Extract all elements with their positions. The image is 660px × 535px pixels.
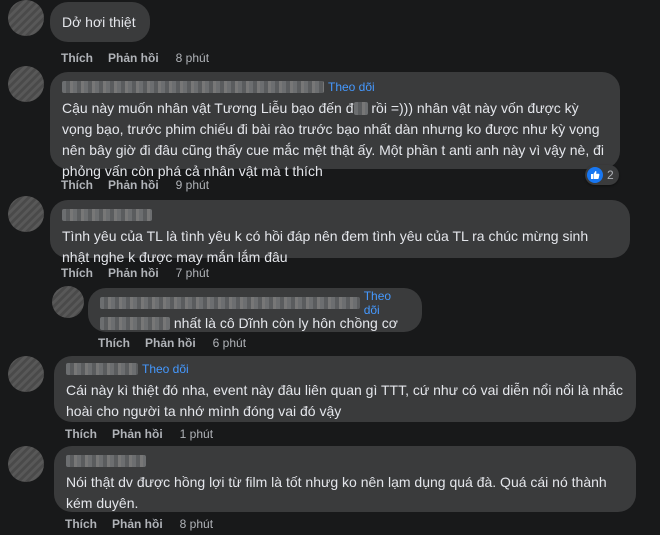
- reaction-number: 2: [607, 168, 614, 182]
- avatar[interactable]: [8, 356, 44, 392]
- timestamp[interactable]: 9 phút: [176, 178, 209, 192]
- follow-button[interactable]: Theo dõi: [142, 362, 189, 376]
- avatar[interactable]: [52, 286, 84, 318]
- timestamp[interactable]: 7 phút: [176, 266, 209, 280]
- author-row: Theo dõi: [62, 79, 608, 95]
- comment-text: nhất là cô Dĩnh còn ly hôn chồng cơ: [100, 314, 410, 332]
- timestamp[interactable]: 8 phút: [180, 517, 213, 531]
- author-name-redacted[interactable]: [62, 209, 152, 221]
- comment-bubble: Tình yêu của TL là tình yêu k có hồi đáp…: [50, 200, 630, 265]
- reply-button[interactable]: Phản hồi: [112, 517, 163, 531]
- comment-bubble: Theo dõi Cái này kì thiệt đó nha, event …: [54, 356, 636, 422]
- reply-button[interactable]: Phản hồi: [108, 178, 159, 192]
- like-button[interactable]: Thích: [98, 336, 130, 350]
- reply-button[interactable]: Phản hồi: [108, 266, 159, 280]
- like-icon: [587, 167, 603, 183]
- author-name-redacted[interactable]: [66, 363, 138, 375]
- like-button[interactable]: Thích: [65, 517, 97, 531]
- comment-bubble: Dở hơi thiệt: [50, 2, 150, 42]
- comment-bubble: Theo dõi Cậu này muốn nhân vật Tương Liễ…: [50, 72, 620, 179]
- author-name-redacted[interactable]: [100, 297, 360, 309]
- author-row: Theo dõi: [66, 361, 624, 377]
- like-button[interactable]: Thích: [61, 266, 93, 280]
- avatar[interactable]: [8, 0, 44, 36]
- timestamp[interactable]: 6 phút: [213, 336, 246, 350]
- avatar[interactable]: [8, 196, 44, 232]
- comment-actions: Thích Phản hồi 1 phút: [65, 427, 213, 441]
- follow-button[interactable]: Theo dõi: [328, 80, 375, 94]
- author-row: [62, 207, 618, 223]
- comment-actions: Thích Phản hồi 7 phút: [61, 266, 209, 280]
- timestamp[interactable]: 1 phút: [180, 427, 213, 441]
- avatar[interactable]: [8, 66, 44, 102]
- comment-bubble: Theo dõi nhất là cô Dĩnh còn ly hôn chồn…: [88, 288, 422, 332]
- comment-text: Dở hơi thiệt: [62, 14, 136, 30]
- author-name-redacted[interactable]: [66, 455, 146, 467]
- comment-actions: Thích Phản hồi 8 phút: [61, 51, 209, 65]
- follow-button[interactable]: Theo dõi: [364, 289, 410, 317]
- reply-button[interactable]: Phản hồi: [112, 427, 163, 441]
- comment-actions: Thích Phản hồi 6 phút: [98, 336, 246, 350]
- timestamp[interactable]: 8 phút: [176, 51, 209, 65]
- author-row: [66, 453, 624, 469]
- author-row: Theo dõi: [100, 289, 410, 317]
- mention-redacted[interactable]: [100, 317, 170, 330]
- comment-text: Cái này kì thiệt đó nha, event này đâu l…: [66, 382, 627, 419]
- comment-actions: Thích Phản hồi 9 phút: [61, 178, 209, 192]
- author-name-redacted[interactable]: [62, 81, 324, 93]
- comment-bubble: Nói thật dv được hồng lợi từ film là tốt…: [54, 446, 636, 512]
- comment-actions: Thích Phản hồi 8 phút: [65, 517, 213, 531]
- reply-button[interactable]: Phản hồi: [108, 51, 159, 65]
- like-button[interactable]: Thích: [61, 178, 93, 192]
- like-button[interactable]: Thích: [65, 427, 97, 441]
- like-button[interactable]: Thích: [61, 51, 93, 65]
- reaction-count[interactable]: 2: [585, 165, 619, 185]
- comment-text: Tình yêu của TL là tình yêu k có hồi đáp…: [62, 228, 593, 265]
- avatar[interactable]: [8, 446, 44, 482]
- reply-button[interactable]: Phản hồi: [145, 336, 196, 350]
- comment-text: Nói thật dv được hồng lợi từ film là tốt…: [66, 474, 611, 511]
- comment-text: Cậu này muốn nhân vật Tương Liễu bạo đến…: [62, 100, 608, 179]
- redacted-text: [353, 102, 368, 115]
